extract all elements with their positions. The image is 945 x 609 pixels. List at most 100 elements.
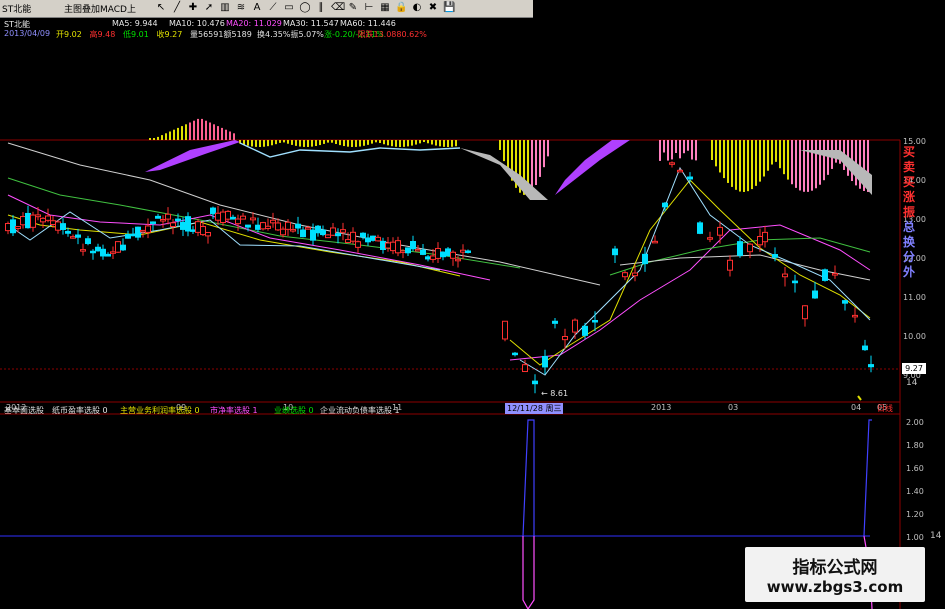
candle-body	[466, 251, 471, 253]
kline-chart[interactable]	[0, 0, 945, 609]
candle-body	[31, 215, 36, 227]
candle-body	[356, 242, 361, 248]
candle-body	[266, 226, 271, 228]
period-label[interactable]: 日线	[877, 403, 893, 414]
candle-body	[670, 163, 675, 165]
candle-body	[431, 256, 436, 259]
candle-body	[401, 251, 406, 253]
candle-body	[653, 241, 658, 243]
candle-body	[763, 232, 768, 241]
candle-body	[748, 244, 753, 251]
candle-body	[6, 224, 11, 231]
candle-body	[456, 259, 461, 261]
candle-body	[26, 213, 31, 227]
indicator-item[interactable]: 市净率选股 1	[210, 405, 258, 416]
candle-body	[543, 356, 548, 366]
watermark-title: 指标公式网	[745, 553, 925, 578]
candle-body	[503, 321, 508, 339]
candle-body	[416, 249, 421, 251]
candle-body	[181, 222, 186, 229]
candle-body	[663, 203, 668, 207]
candle-body	[738, 242, 743, 256]
candle-body	[311, 230, 316, 240]
candle-body	[386, 243, 391, 248]
candlesticks	[6, 161, 874, 393]
candle-body	[241, 216, 246, 219]
indicator-item[interactable]: 纸币盈率选股 0	[52, 405, 108, 416]
candle-body	[396, 241, 401, 253]
candle-body	[211, 208, 216, 214]
sub-axis-tick: 2.00	[906, 418, 924, 427]
candle-body	[316, 226, 321, 233]
candle-body	[146, 226, 151, 232]
candle-body	[151, 222, 156, 224]
candle-body	[869, 365, 874, 367]
sub-axis-tick: 1.40	[906, 487, 924, 496]
macd-area-shape	[555, 140, 630, 195]
candle-body	[191, 230, 196, 232]
indicator-item[interactable]: 业绩选股 0	[274, 405, 314, 416]
candle-body	[116, 242, 121, 253]
indicator-item[interactable]: 企业流动负债率选股 1	[320, 405, 400, 416]
indicator-item[interactable]: 基本面选股	[4, 405, 44, 416]
candle-body	[166, 214, 171, 219]
candle-body	[46, 216, 51, 220]
candle-body	[391, 242, 396, 250]
candle-body	[853, 315, 858, 317]
indicator-item[interactable]: 主营业务利润率选股 0	[120, 405, 200, 416]
candle-body	[156, 216, 161, 218]
right-tab[interactable]: 外	[903, 263, 915, 280]
candle-body	[376, 237, 381, 240]
candle-body	[718, 227, 723, 235]
candle-body	[86, 239, 91, 244]
candle-body	[773, 255, 778, 258]
candle-body	[281, 229, 286, 235]
candle-body	[803, 306, 808, 319]
candle-body	[221, 212, 226, 222]
candle-body	[406, 248, 411, 253]
sub-line-magenta	[523, 536, 534, 609]
candle-body	[426, 257, 431, 259]
candle-body	[21, 217, 26, 225]
candle-body	[573, 320, 578, 332]
candle-body	[326, 235, 331, 238]
candle-body	[758, 236, 763, 244]
candle-body	[793, 281, 798, 283]
candle-body	[271, 220, 276, 223]
candle-body	[553, 321, 558, 323]
candle-body	[863, 346, 868, 350]
candle-body	[36, 215, 41, 217]
candle-body	[583, 326, 588, 335]
candle-body	[296, 224, 301, 228]
candle-body	[411, 242, 416, 249]
sub-line-blue	[864, 420, 872, 536]
candle-body	[451, 252, 456, 258]
candle-body	[366, 238, 371, 242]
candle-body	[843, 301, 848, 304]
sub-axis-tick: 1.20	[906, 510, 924, 519]
candle-body	[126, 235, 131, 239]
candle-body	[331, 228, 336, 235]
sub-axis-tick: 1.80	[906, 441, 924, 450]
candle-body	[346, 240, 351, 243]
candle-body	[171, 223, 176, 227]
sub-line-blue	[523, 420, 534, 536]
candle-body	[66, 231, 71, 233]
candle-body	[533, 381, 538, 384]
candle-body	[11, 220, 16, 233]
candle-body	[306, 228, 311, 230]
candle-body	[321, 230, 326, 234]
ma-line	[620, 255, 870, 280]
candle-body	[351, 232, 356, 241]
candle-body	[593, 320, 598, 322]
candle-body	[436, 248, 441, 258]
candle-body	[823, 270, 828, 281]
candle-body	[623, 273, 628, 277]
candle-body	[728, 260, 733, 270]
macd-histogram	[150, 119, 868, 195]
candle-body	[206, 232, 211, 235]
candle-body	[76, 235, 81, 237]
candle-body	[371, 236, 376, 240]
candle-body	[256, 225, 261, 229]
candle-body	[161, 219, 166, 221]
